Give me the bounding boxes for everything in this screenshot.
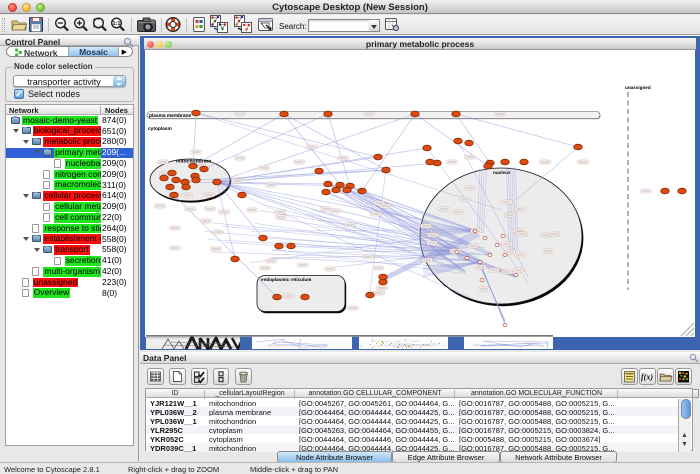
svg-text:1:1: 1:1 — [113, 21, 121, 27]
svg-text:plasma membrane: plasma membrane — [149, 113, 191, 118]
svg-text:cytoplasm: cytoplasm — [148, 126, 172, 131]
svg-text:nucleus: nucleus — [493, 170, 511, 175]
svg-text:unassigned: unassigned — [625, 85, 651, 90]
svg-text:endoplasmic reticulum: endoplasmic reticulum — [261, 277, 311, 282]
svg-text:f(x): f(x) — [641, 373, 653, 382]
